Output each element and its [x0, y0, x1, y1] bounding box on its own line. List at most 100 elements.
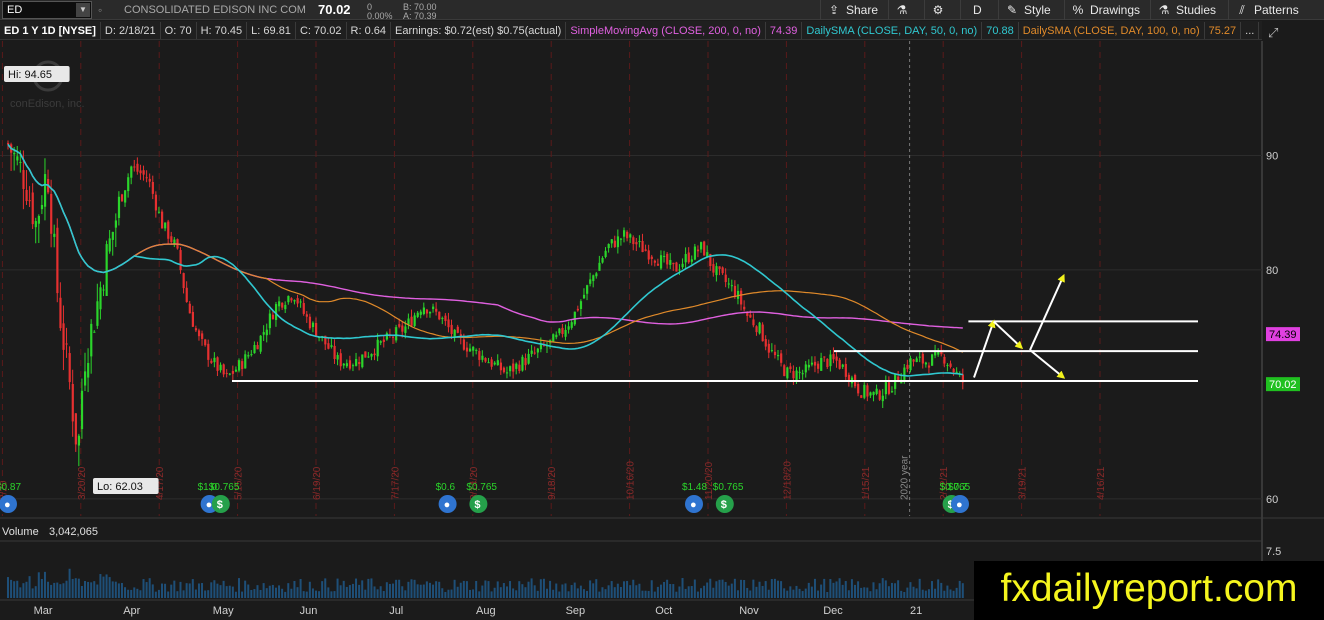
volume-bar	[176, 591, 179, 598]
volume-bar	[629, 585, 632, 598]
candle-body	[345, 363, 348, 367]
candle-body	[638, 241, 641, 243]
volume-bar	[25, 581, 28, 598]
candle-body	[798, 371, 801, 373]
candle-body	[712, 264, 715, 273]
volume-bar	[234, 591, 237, 598]
volume-bar	[90, 582, 93, 598]
date-label: 10/16/20	[626, 461, 637, 500]
candle-body	[327, 343, 330, 349]
candle-body	[444, 315, 447, 322]
volume-bar	[567, 591, 570, 598]
volume-bar	[706, 582, 709, 598]
candle-body	[647, 250, 650, 260]
volume-bar	[342, 580, 345, 598]
volume-bar	[114, 581, 117, 598]
volume-bar	[810, 586, 813, 598]
candle-body	[570, 322, 573, 328]
volume-bar	[16, 580, 19, 598]
volume-bar	[259, 589, 262, 598]
volume-bar	[912, 586, 915, 598]
volume-bar	[401, 586, 404, 598]
volume-bar	[253, 589, 256, 598]
candle-body	[579, 301, 583, 310]
candle-body	[238, 360, 241, 371]
volume-bar	[315, 590, 317, 598]
dividend-marker[interactable]: $0.765 $	[713, 482, 744, 513]
candle-body	[19, 162, 22, 164]
volume-bar	[250, 589, 253, 598]
candle-body	[829, 354, 832, 367]
volume-bar	[28, 576, 31, 598]
volume-value: 3,042,065	[49, 526, 98, 538]
volume-bar	[564, 583, 567, 598]
volume-bar	[136, 588, 139, 598]
volume-bar	[669, 583, 672, 598]
event-label: $0.765	[466, 482, 497, 493]
volume-bar	[422, 584, 425, 598]
candle-body	[484, 358, 487, 362]
candle-body	[438, 311, 441, 320]
candle-body	[700, 242, 703, 250]
candle-body	[182, 273, 185, 289]
month-label: 21	[910, 605, 922, 617]
volume-bar	[792, 589, 795, 598]
volume-bar	[472, 589, 475, 598]
earnings-marker[interactable]: $0.87 ●	[0, 482, 21, 513]
volume-bar	[635, 585, 638, 598]
volume-bar	[872, 582, 875, 598]
candle-body	[629, 234, 632, 238]
candle-body	[222, 364, 225, 375]
volume-bar	[733, 578, 736, 598]
month-label: Sep	[566, 605, 586, 617]
month-label: May	[213, 605, 234, 617]
volume-bar	[484, 580, 487, 598]
volume-bar	[589, 580, 592, 598]
volume-bar	[949, 589, 952, 598]
volume-bar	[632, 579, 635, 598]
earnings-marker[interactable]: $0.6 ●	[436, 482, 457, 513]
volume-bar	[370, 578, 373, 598]
volume-bar	[459, 582, 462, 598]
candle-body	[604, 250, 607, 257]
event-glyph: $	[217, 499, 223, 511]
price-chart[interactable]: 9080602/20 3/20/20 4/17/20 5/15/20 6/19/20 7/…	[0, 0, 1324, 620]
volume-bar	[444, 591, 447, 598]
candle-body	[601, 257, 604, 263]
projection-arrow	[1029, 349, 1066, 379]
candle-body	[361, 354, 364, 368]
candle-body	[752, 319, 755, 326]
volume-bar	[330, 591, 333, 598]
volume-tick-label: 7.5	[1266, 546, 1281, 558]
volume-bar	[647, 590, 650, 598]
candle-body	[626, 231, 629, 239]
volume-bar	[613, 587, 616, 598]
date-label: 3/20/20	[77, 466, 88, 500]
volume-bar	[130, 589, 133, 598]
volume-bar	[675, 591, 678, 598]
candle-body	[783, 365, 786, 376]
candle-body	[102, 289, 105, 291]
candle-body	[84, 371, 87, 386]
volume-bar	[358, 584, 361, 598]
candle-body	[496, 360, 499, 366]
candle-body	[22, 170, 25, 189]
volume-bar	[841, 584, 844, 598]
volume-bar	[696, 591, 699, 598]
candle-body	[955, 371, 958, 373]
date-label: 3/19/21	[1018, 466, 1029, 500]
candle-body	[148, 178, 151, 182]
candle-body	[456, 326, 459, 333]
candle-body	[693, 246, 697, 260]
volume-bar	[894, 583, 897, 598]
volume-bar	[453, 579, 456, 598]
candle-body	[743, 306, 746, 310]
volume-bar	[638, 583, 641, 598]
volume-bar	[795, 585, 798, 598]
volume-bar	[749, 590, 752, 598]
candle-body	[96, 301, 99, 326]
volume-bar	[931, 581, 933, 598]
candle-body	[164, 222, 167, 229]
volume-bar	[19, 587, 22, 598]
candle-body	[755, 326, 758, 333]
